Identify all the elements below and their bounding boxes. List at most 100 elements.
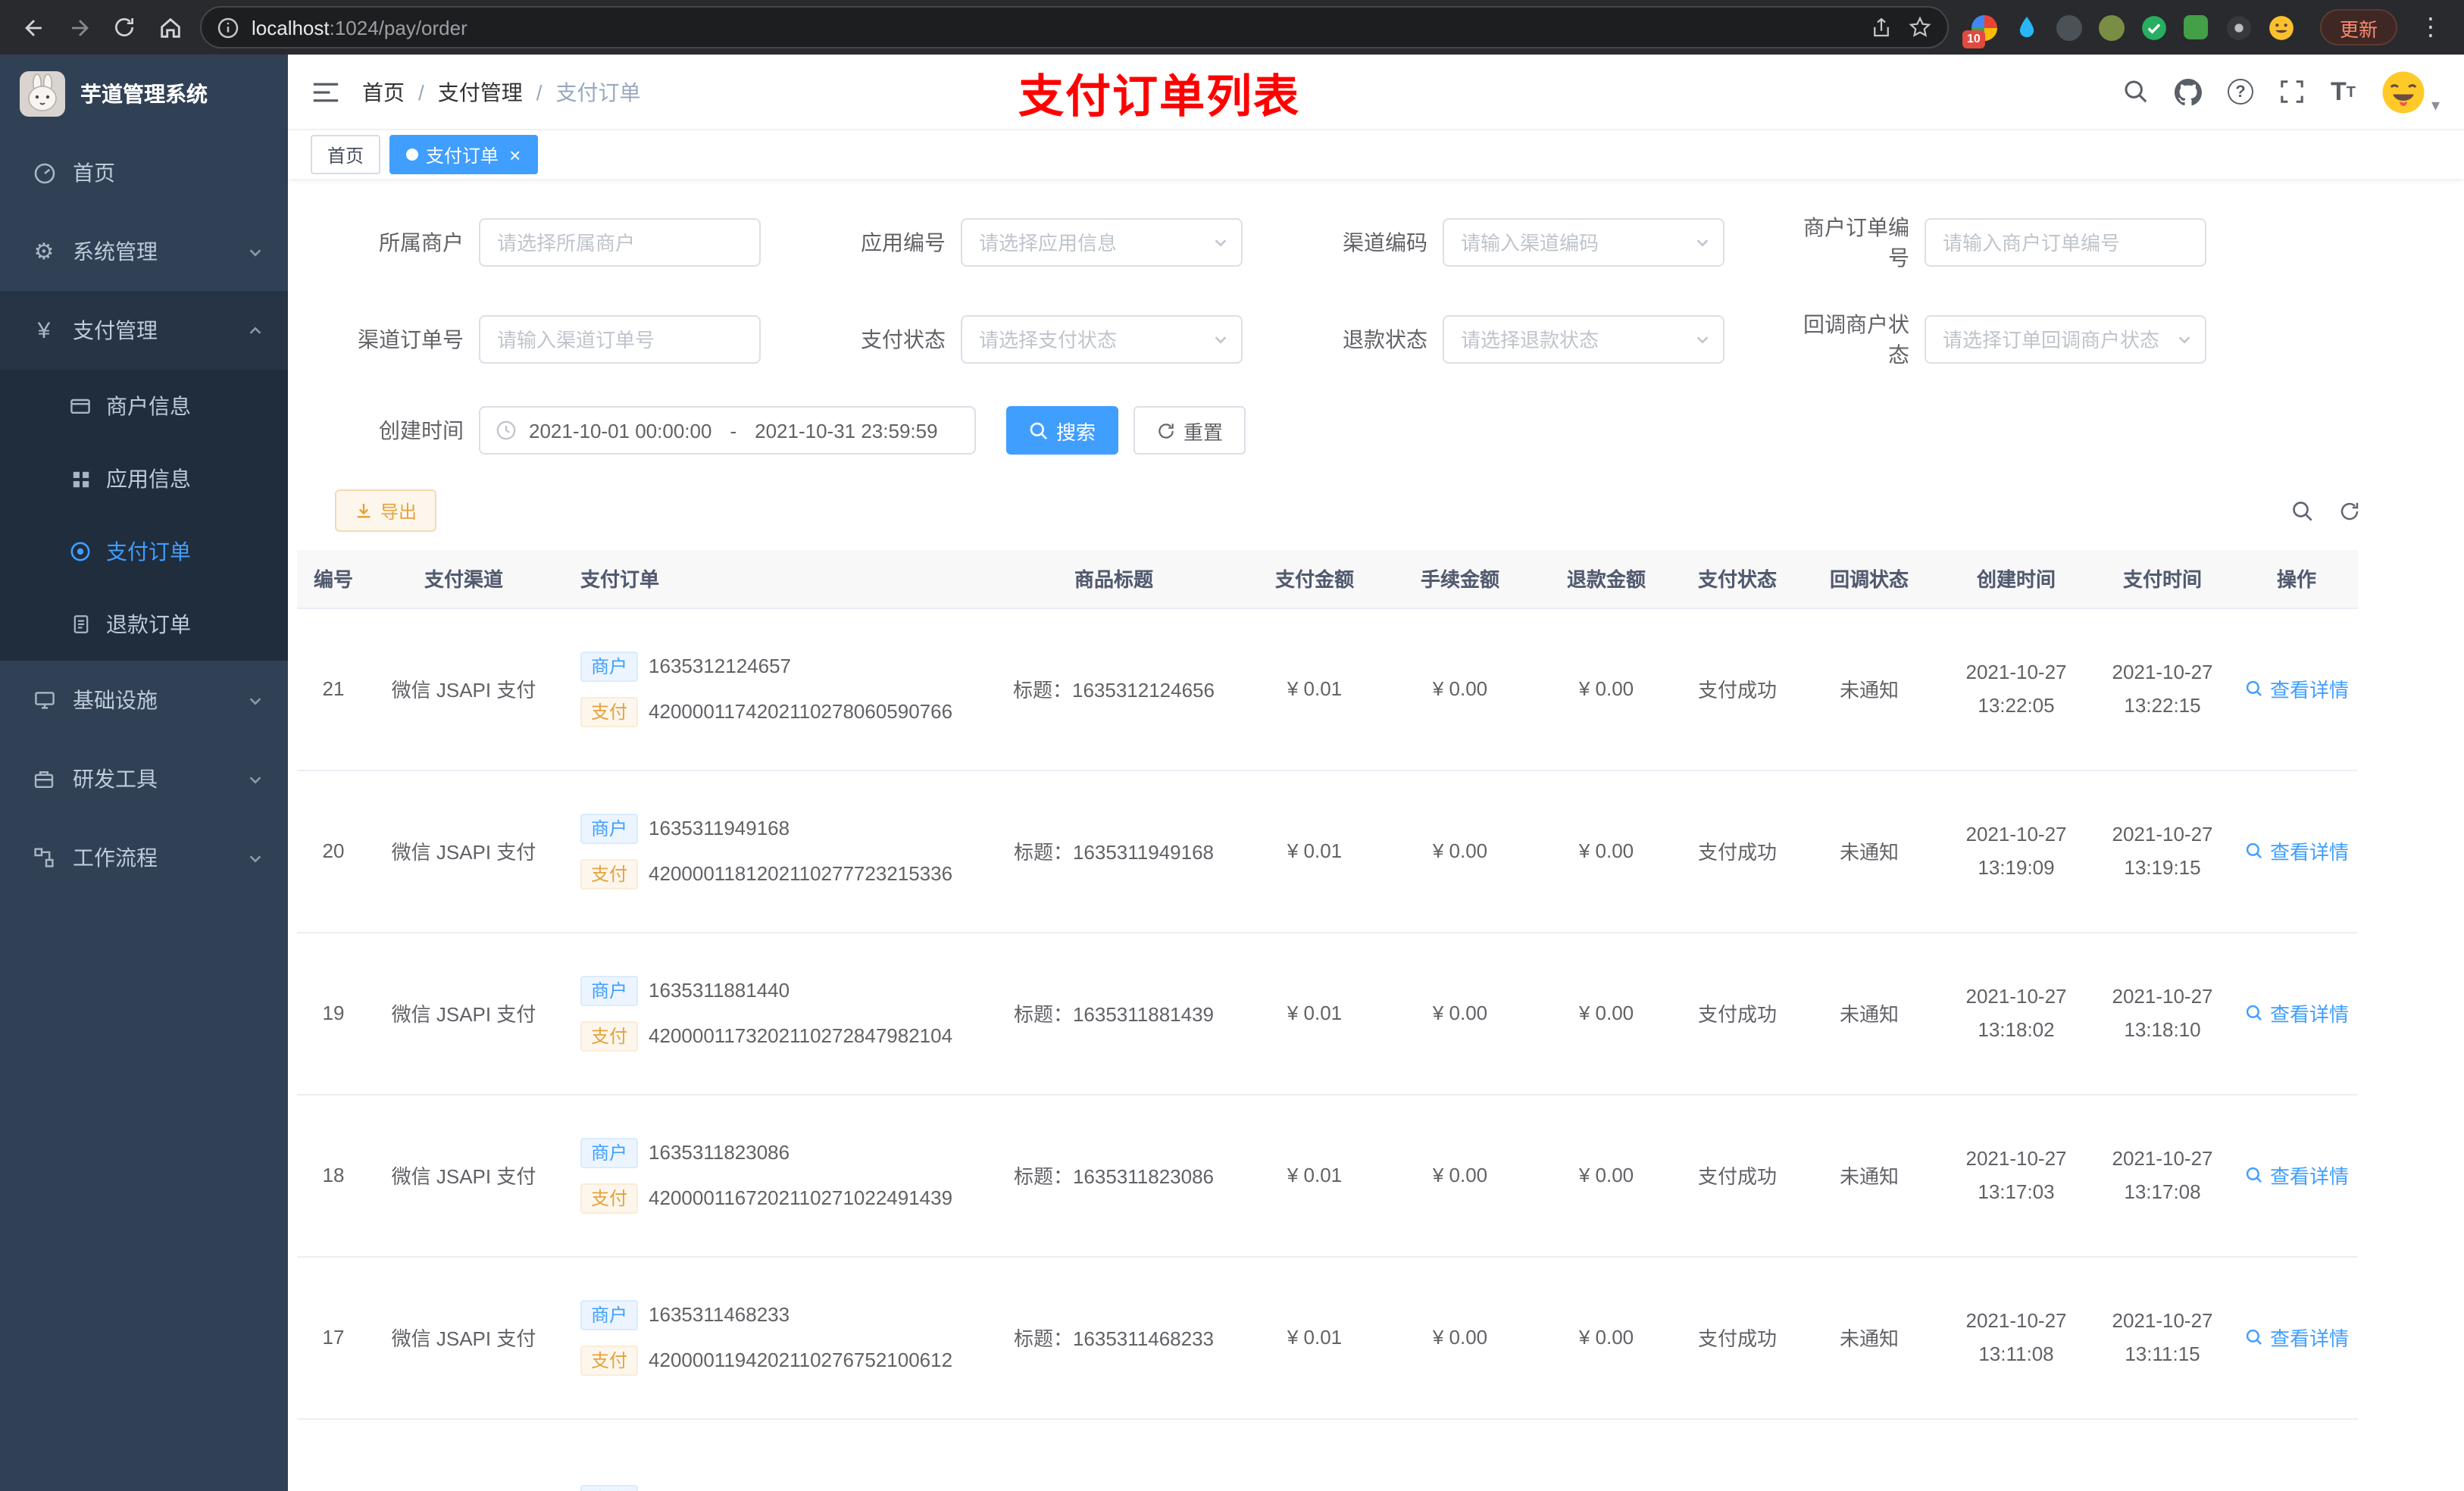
order-number: 1635311468233 bbox=[649, 1303, 790, 1326]
chevron-down-icon bbox=[1694, 234, 1711, 251]
green-check-extension-icon[interactable] bbox=[2140, 13, 2169, 42]
filter-label: 应用编号 bbox=[861, 230, 946, 255]
create-time-cell: 2021-10-27 13:22:05 bbox=[1943, 608, 2090, 771]
order-tag: 商户 bbox=[580, 1299, 639, 1330]
sidebar-item-merchant-info[interactable]: 商户信息 bbox=[0, 370, 288, 442]
pay-status-cell: 支付成功 bbox=[1679, 1256, 1796, 1419]
olive-circle-extension-icon[interactable] bbox=[2097, 13, 2126, 42]
column-channel: 支付渠道 bbox=[370, 550, 558, 608]
app-select[interactable] bbox=[961, 218, 1243, 267]
pin-extension-icon[interactable] bbox=[2225, 13, 2253, 42]
tab-close-icon[interactable]: × bbox=[509, 145, 521, 164]
bookmark-star-icon[interactable] bbox=[1908, 15, 1932, 39]
search-button[interactable]: 搜索 bbox=[1006, 406, 1119, 455]
extensions-grid-icon[interactable]: 10 bbox=[1962, 13, 1999, 48]
sidebar-item-refund-order[interactable]: 退款订单 bbox=[0, 588, 288, 661]
filter-channel-code: 渠道编码 bbox=[1306, 218, 1788, 267]
gear-icon: ⚙ bbox=[33, 239, 55, 264]
water-drop-extension-icon[interactable] bbox=[2012, 13, 2041, 42]
browser-update-button[interactable]: 更新 bbox=[2319, 9, 2397, 45]
pay-channel-cell: 微信 JSAPI 支付 bbox=[370, 1094, 558, 1257]
reset-button[interactable]: 重置 bbox=[1134, 406, 1246, 455]
url-text: localhost:1024/pay/order bbox=[252, 16, 1858, 39]
chevron-down-icon: ▾ bbox=[2431, 96, 2440, 114]
refund-status-select[interactable] bbox=[1443, 315, 1724, 364]
browser-menu-icon[interactable]: ⋮ bbox=[2409, 6, 2452, 48]
refresh-icon[interactable] bbox=[2338, 499, 2361, 522]
merchant-order-no-input[interactable] bbox=[1925, 218, 2206, 267]
table-settings bbox=[2291, 499, 2455, 522]
green-square-extension-icon[interactable] bbox=[2182, 13, 2211, 42]
sidebar-item-system[interactable]: ⚙ 系统管理 bbox=[0, 212, 288, 291]
tab-pay-order[interactable]: 支付订单 × bbox=[389, 135, 538, 174]
tab-home[interactable]: 首页 bbox=[311, 135, 381, 174]
filter-pay-status: 支付状态 bbox=[824, 315, 1306, 364]
channel-code-select[interactable] bbox=[1443, 218, 1724, 267]
sidebar-item-workflow[interactable]: 工作流程 bbox=[0, 818, 288, 897]
forward-icon[interactable] bbox=[58, 6, 100, 48]
view-detail-link[interactable]: 查看详情 bbox=[2244, 1323, 2349, 1352]
sidebar-item-infra[interactable]: 基础设施 bbox=[0, 661, 288, 739]
pay-status-cell: 支付成功 bbox=[1679, 1094, 1796, 1257]
view-detail-link[interactable]: 查看详情 bbox=[2244, 999, 2349, 1027]
create-time-range-picker[interactable]: 2021-10-01 00:00:00 - 2021-10-31 23:59:5… bbox=[479, 406, 976, 455]
merchant-input[interactable] bbox=[479, 218, 761, 267]
breadcrumb-section[interactable]: 支付管理 bbox=[438, 77, 523, 107]
sidebar-item-home[interactable]: 首页 bbox=[0, 133, 288, 212]
breadcrumb-separator: / bbox=[536, 80, 543, 104]
help-icon[interactable]: ? bbox=[2227, 79, 2253, 105]
emoji-extension-icon[interactable] bbox=[2267, 13, 2296, 42]
order-number: 1635311823086 bbox=[649, 1141, 790, 1164]
site-info-icon[interactable] bbox=[217, 16, 239, 39]
user-menu[interactable]: ▾ bbox=[2381, 69, 2440, 114]
pay-order-cell: 商户 1635311457136 bbox=[558, 1418, 985, 1491]
dark-circle-extension-icon[interactable] bbox=[2055, 13, 2084, 42]
sidebar-item-label: 研发工具 bbox=[73, 767, 158, 791]
app-logo-row[interactable]: 芋道管理系统 bbox=[0, 55, 288, 133]
create-time-cell: 2021-10-27 13:17:03 bbox=[1943, 1094, 2090, 1257]
back-icon[interactable] bbox=[12, 6, 55, 48]
breadcrumb: 首页 / 支付管理 / 支付订单 bbox=[362, 77, 641, 107]
product-title-cell: 标题：1635311881439 bbox=[985, 932, 1243, 1095]
view-detail-link[interactable]: 查看详情 bbox=[2244, 674, 2349, 703]
view-detail-link[interactable]: 查看详情 bbox=[2244, 836, 2349, 865]
app-title: 芋道管理系统 bbox=[80, 82, 208, 106]
column-actions: 操作 bbox=[2235, 550, 2358, 608]
sidebar-item-dev-tools[interactable]: 研发工具 bbox=[0, 739, 288, 818]
pay-status-select[interactable] bbox=[961, 315, 1243, 364]
sidebar-item-pay[interactable]: ¥ 支付管理 bbox=[0, 291, 288, 370]
table-row: 19 微信 JSAPI 支付 商户 1635311881440 支付 4200001173… bbox=[297, 932, 2358, 1095]
pay-channel-cell: 微信 JSAPI 支付 bbox=[370, 1256, 558, 1419]
actions-cell: 查看详情 bbox=[2235, 1256, 2358, 1419]
column-pay-time: 支付时间 bbox=[2090, 550, 2235, 608]
breadcrumb-separator: / bbox=[418, 80, 424, 104]
notify-status-cell: 未通知 bbox=[1796, 932, 1943, 1095]
sidebar-item-app-info[interactable]: 应用信息 bbox=[0, 442, 288, 515]
create-time-cell: 2021-10-27 13:11:08 bbox=[1943, 1256, 2090, 1419]
product-title-cell: 标题：1635311823086 bbox=[985, 1094, 1243, 1257]
github-icon[interactable] bbox=[2174, 78, 2202, 105]
search-button-label: 搜索 bbox=[1056, 420, 1096, 443]
export-button[interactable]: 导出 bbox=[335, 489, 437, 532]
view-detail-link[interactable]: 查看详情 bbox=[2244, 1161, 2349, 1189]
notify-status-cell: 未通知 bbox=[1796, 1256, 1943, 1419]
address-bar[interactable]: localhost:1024/pay/order bbox=[200, 6, 1949, 48]
toggle-search-icon[interactable] bbox=[2291, 499, 2314, 522]
sidebar-item-label: 基础设施 bbox=[73, 688, 158, 712]
collapse-sidebar-icon[interactable] bbox=[312, 80, 339, 104]
home-icon[interactable] bbox=[149, 6, 191, 48]
channel-order-no-input[interactable] bbox=[479, 315, 761, 364]
sidebar-item-pay-order[interactable]: 支付订单 bbox=[0, 515, 288, 588]
breadcrumb-home[interactable]: 首页 bbox=[362, 77, 405, 107]
fullscreen-icon[interactable] bbox=[2279, 79, 2305, 105]
notify-status-select[interactable] bbox=[1925, 315, 2206, 364]
avatar bbox=[2381, 69, 2427, 114]
order-table-body: 21 微信 JSAPI 支付 商户 1635312124657 支付 4200001174… bbox=[297, 608, 2358, 1491]
filter-label: 渠道编码 bbox=[1343, 230, 1427, 255]
share-icon[interactable] bbox=[1870, 16, 1893, 39]
table-row: 18 微信 JSAPI 支付 商户 1635311823086 支付 4200001167… bbox=[297, 1094, 2358, 1257]
column-notify: 回调状态 bbox=[1796, 550, 1943, 608]
font-size-icon[interactable]: TT bbox=[2331, 79, 2356, 105]
search-icon[interactable] bbox=[2123, 79, 2149, 105]
reload-icon[interactable] bbox=[103, 6, 145, 48]
